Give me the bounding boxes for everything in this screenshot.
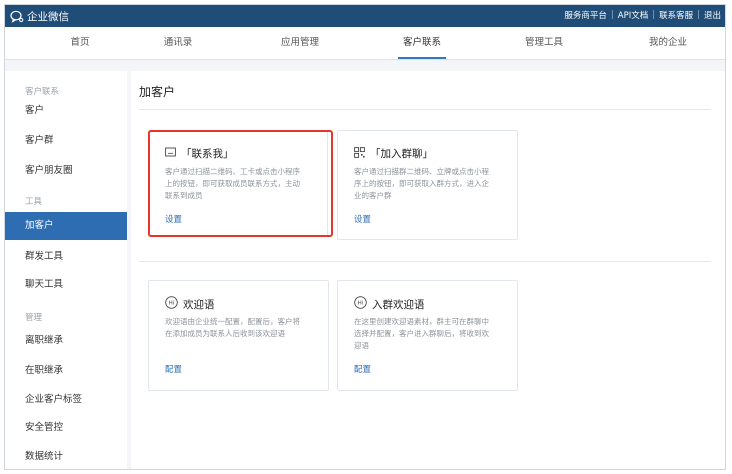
- desc-line: 客户通过扫描群二维码、立牌或点击小程: [354, 167, 489, 176]
- main-nav: 首页 通讯录 应用管理 客户联系 管理工具 我的企业: [5, 27, 725, 60]
- sidebar-group-tools: 工具: [25, 197, 43, 207]
- tab-my-enterprise[interactable]: 我的企业: [628, 27, 708, 59]
- wecom-logo-icon: [10, 10, 24, 23]
- tab-app-management[interactable]: 应用管理: [260, 27, 340, 59]
- card-header: Hi 入群欢迎语: [354, 296, 425, 312]
- svg-text:Hi: Hi: [169, 301, 175, 307]
- sidebar-group-customer-contact: 客户联系: [25, 87, 60, 97]
- sidebar-item-moments[interactable]: 客户朋友圈: [5, 157, 127, 185]
- configure-link[interactable]: 配置: [165, 363, 182, 375]
- separator: |: [697, 10, 700, 20]
- card-title: 「加入群聊」: [370, 148, 433, 160]
- desc-line: 业的客户群: [354, 191, 392, 200]
- card-title: 入群欢迎语: [372, 298, 425, 311]
- page-title: 加客户: [139, 85, 176, 99]
- hi-icon: Hi: [354, 296, 367, 312]
- link-contact-support[interactable]: 联系客服: [659, 9, 693, 21]
- desc-line: 迎语: [354, 341, 369, 350]
- link-service-platform[interactable]: 服务商平台: [564, 9, 607, 21]
- card-title: 欢迎语: [183, 298, 215, 311]
- sidebar: 客户联系 客户 客户群 客户朋友圈 工具 加客户 群发工具 聊天工具 管理 离职…: [5, 71, 127, 469]
- configure-link[interactable]: 配置: [354, 363, 371, 375]
- sidebar-item-customer-groups[interactable]: 客户群: [5, 127, 127, 155]
- link-logout[interactable]: 退出: [704, 9, 721, 21]
- sidebar-group-management: 管理: [25, 313, 43, 323]
- sidebar-item-add-customer[interactable]: 加客户: [5, 212, 127, 240]
- separator: |: [652, 10, 656, 20]
- desc-line: 在添加成员为联系人后收到该欢迎语: [165, 329, 285, 338]
- hi-icon: Hi: [165, 296, 178, 312]
- card-join-group[interactable]: 「加入群聊」 客户通过扫描群二维码、立牌或点击小程 序上的按钮，即可获取入群方式…: [337, 130, 518, 240]
- tab-customer-contact[interactable]: 客户联系: [382, 27, 462, 59]
- card-welcome-message[interactable]: Hi 欢迎语 欢迎语由企业统一配置，配置后，客户将 在添加成员为联系人后收到该欢…: [148, 280, 329, 391]
- separator: |: [610, 10, 614, 20]
- sidebar-item-customer-tags[interactable]: 企业客户标签: [5, 386, 127, 414]
- card-header: 「加入群聊」: [354, 146, 433, 161]
- sidebar-item-chat-tools[interactable]: 聊天工具: [5, 271, 127, 299]
- tab-management-tools[interactable]: 管理工具: [504, 27, 584, 59]
- main-panel: 加客户 「联系我」 客户通过扫描二维码、工卡或点击小程序 上的按钮，即可获取成员…: [131, 71, 725, 469]
- sidebar-item-mass-send[interactable]: 群发工具: [5, 243, 127, 271]
- settings-link[interactable]: 设置: [354, 213, 371, 225]
- highlight-box: [148, 130, 333, 237]
- card-header: Hi 欢迎语: [165, 296, 215, 312]
- tab-home[interactable]: 首页: [40, 27, 120, 59]
- link-api-docs[interactable]: API文档: [618, 9, 648, 21]
- title-divider: [139, 109, 711, 110]
- brand-name: 企业微信: [27, 10, 69, 23]
- desc-line: 选择并配置，客户进入群聊后，将收到欢: [354, 329, 489, 338]
- card-description: 在这里创建欢迎语素材，群主可在群聊中 选择并配置，客户进入群聊后，将收到欢 迎语: [354, 316, 489, 352]
- svg-text:Hi: Hi: [358, 301, 364, 307]
- sidebar-item-onjob-transfer[interactable]: 在职继承: [5, 357, 127, 385]
- desc-line: 在这里创建欢迎语素材，群主可在群聊中: [354, 317, 489, 326]
- sidebar-item-statistics[interactable]: 数据统计: [5, 443, 127, 469]
- tab-contacts[interactable]: 通讯录: [138, 27, 218, 59]
- desc-line: 序上的按钮，即可获取入群方式，进入企: [354, 179, 489, 188]
- top-bar: 企业微信 服务商平台 | API文档 | 联系客服 | 退出: [5, 5, 725, 27]
- qr-code-icon: [354, 146, 365, 161]
- card-group-welcome-message[interactable]: Hi 入群欢迎语 在这里创建欢迎语素材，群主可在群聊中 选择并配置，客户进入群聊…: [337, 280, 518, 391]
- brand[interactable]: 企业微信: [10, 8, 69, 24]
- app-window: 企业微信 服务商平台 | API文档 | 联系客服 | 退出 首页 通讯录 应用…: [4, 4, 726, 470]
- section-divider: [139, 261, 711, 262]
- desc-line: 欢迎语由企业统一配置，配置后，客户将: [165, 317, 300, 326]
- sidebar-item-resigned-transfer[interactable]: 离职继承: [5, 327, 127, 355]
- top-links: 服务商平台 | API文档 | 联系客服 | 退出: [564, 9, 721, 21]
- card-description: 欢迎语由企业统一配置，配置后，客户将 在添加成员为联系人后收到该欢迎语: [165, 316, 300, 340]
- sidebar-item-security[interactable]: 安全管控: [5, 414, 127, 442]
- sidebar-item-customers[interactable]: 客户: [5, 97, 127, 125]
- card-description: 客户通过扫描群二维码、立牌或点击小程 序上的按钮，即可获取入群方式，进入企 业的…: [354, 166, 489, 202]
